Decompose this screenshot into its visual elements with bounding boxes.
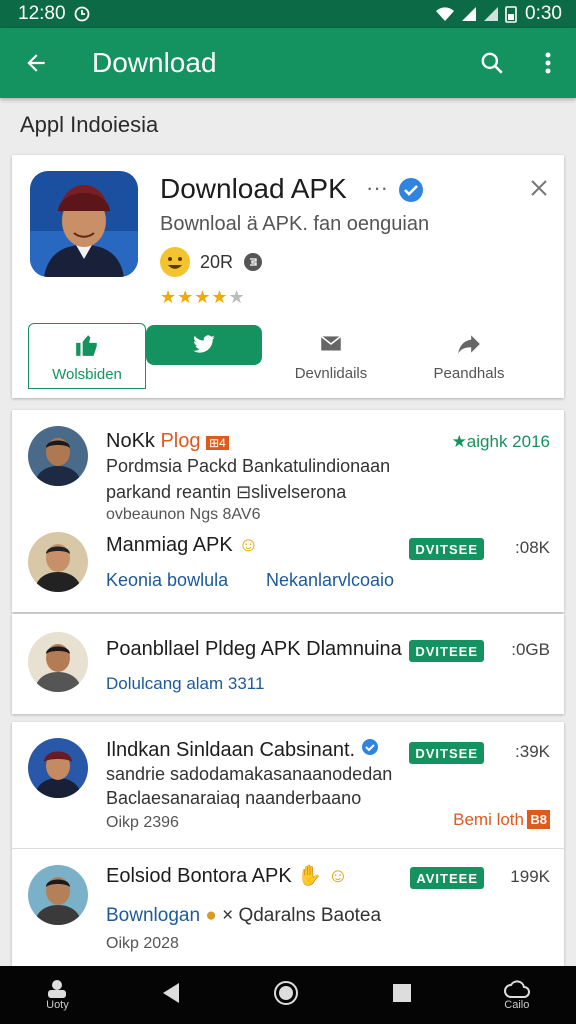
list-item-tag: Plog [160,430,201,452]
section-label: Appl Indoiesia [20,112,159,137]
close-icon[interactable] [528,177,550,199]
list-item-badge: ⊞4 [206,436,229,450]
signal-icon [462,7,477,21]
list-item-title: Ilndkan Sinldaan Cabsinant. [106,739,356,761]
list-item[interactable]: Poanbllael Pldeg APK Dlamnuina DVITEEE :… [12,614,564,714]
list-item-link[interactable]: × Qdaralns Baotea [222,905,381,926]
share-icon [458,335,480,354]
share-button[interactable]: Peandhals [400,323,538,395]
app-icon [30,171,138,277]
cloud-icon [503,980,530,998]
status-badge: DVITSEE [409,538,484,560]
app-list-group: Poanbllael Pldeg APK Dlamnuina DVITEEE :… [12,614,564,714]
list-item-size: :0GB [511,640,550,659]
list-item-link[interactable]: Keonia bowlula [106,570,228,591]
nav-recents-button[interactable] [392,983,412,1008]
list-item-line: parkand reantin ⊟slivelserona [106,482,347,502]
list-item[interactable]: NoKk Plog ⊞4 ★aighk 2016 Pordmsia Packd … [12,410,564,530]
arrow-back-icon [27,54,45,72]
mail-icon [320,335,342,351]
featured-actions: Wolsbiden Devnlidails Peandhals [12,323,564,395]
triangle-back-icon [163,982,180,1003]
list-item-meta: ovbeaunon Ngs 8AV6 [106,506,261,523]
status-bar: 12:80 0:30 [0,0,576,28]
avatar [28,738,88,798]
list-item-title: Poanbllael Pldeg APK Dlamnuina [106,638,402,660]
download-count: 20R [200,251,234,272]
list-item-meta: Dolulcang alam 3311 [106,674,265,693]
square-recents-icon [392,983,411,1002]
rating-stars: ★★★★★ [160,287,246,307]
featured-app-card[interactable]: Download APK ··· Bownloal ä APK. fan oen… [12,155,564,398]
wifi-icon [436,7,455,21]
emoji-icon: ☺ [327,865,349,887]
signal-icon [484,7,499,21]
status-time: 12:80 [18,3,66,24]
app-bar-title: Download [92,47,217,78]
list-item-size: 199K [510,867,550,886]
back-button[interactable] [0,28,72,98]
coin-icon [244,253,263,271]
emoji-icon: ☺ [238,534,259,556]
app-subtitle: Bownloal ä APK. fan oenguian [160,213,430,235]
avatar [28,426,88,486]
battery-icon [505,6,517,23]
app-list-group: NoKk Plog ⊞4 ★aighk 2016 Pordmsia Packd … [12,410,564,612]
search-icon [481,52,503,74]
list-item-title: Manmiag APK [106,534,233,556]
status-badge: AVITEEE [410,867,484,889]
list-item-line: Baclaesanaraiaq naanderbaano [106,788,362,808]
list-item-title: Eolsiod Bontora APK [106,865,292,887]
list-item[interactable]: Manmiag APK ☺ DVITSEE :08K Keonia bowlul… [12,528,564,612]
verified-badge-icon [399,178,423,202]
app-list-group: Ilndkan Sinldaan Cabsinant. DVITSEE :39K… [12,722,564,967]
overflow-menu-button[interactable] [520,28,576,98]
list-item-right-label: ★aighk 2016 [451,432,550,451]
app-title: Download APK [160,173,347,204]
nav-home-button[interactable] [273,980,299,1011]
verified-badge-icon [361,739,378,755]
list-item-link[interactable]: Nekanlarvlcoaio [266,570,394,591]
nav-back-button[interactable] [161,982,181,1009]
more-vert-icon [545,52,551,74]
list-item-link[interactable]: Bownlogan [106,905,200,926]
status-badge: DVITSEE [409,742,484,764]
meta-row: 20R [160,247,263,277]
clock-icon [74,6,89,22]
person-icon [48,980,67,998]
status-badge: DVITEEE [409,640,484,662]
system-nav-bar: Uoty Cailo [0,966,576,1024]
status-right-time: 0:30 [525,3,562,24]
list-item-line: sandrie sadodamakasanaanodedan [106,764,393,784]
home-circle-icon [274,980,299,1005]
promo-label: Bemi loth [453,810,524,829]
search-button[interactable] [464,28,520,98]
hand-icon: ✋ [297,865,323,887]
like-button[interactable]: Wolsbiden [28,323,146,389]
app-bar: Download [0,28,576,98]
more-dots[interactable]: ··· [366,175,388,201]
share-twitter-button[interactable] [146,325,262,365]
list-item-meta: Oikp 2396 [106,814,179,831]
list-item-title: NoKk [106,430,155,452]
list-item-line: Pordmsia Packd Bankatulindionaan [106,456,391,476]
list-item-size: :08K [515,538,550,557]
nav-profile-button[interactable]: Uoty [46,979,69,1011]
list-item-meta: Oikp 2028 [106,935,179,952]
nav-cloud-button[interactable]: Cailo [503,979,530,1011]
list-item[interactable]: Eolsiod Bontora APK ✋ ☺ AVITEEE 199K Bow… [12,849,564,967]
downloads-button[interactable]: Devnlidails [262,323,400,395]
avatar [28,532,88,592]
bird-icon [193,335,215,353]
list-item-size: :39K [515,742,550,761]
list-item[interactable]: Ilndkan Sinldaan Cabsinant. DVITSEE :39K… [12,722,564,848]
thumbs-up-icon [76,335,97,356]
promo-badge: B8 [527,810,550,829]
avatar [28,632,88,692]
emoji-icon [160,247,190,277]
avatar [28,865,88,925]
fire-icon: ● [205,905,217,926]
